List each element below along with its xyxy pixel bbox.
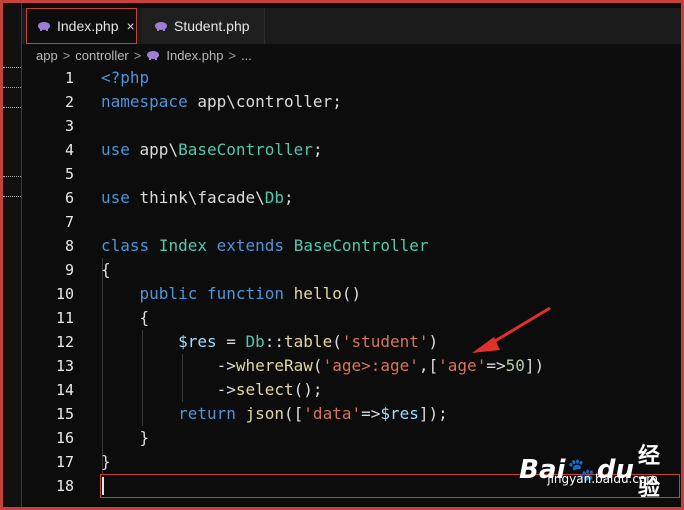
line-number: 14	[55, 381, 74, 399]
line-number: 10	[55, 285, 74, 303]
gutter-marker	[3, 176, 21, 177]
line-code: ->select();	[101, 380, 323, 399]
line-number: 8	[64, 237, 74, 255]
code-line[interactable]: 9{	[22, 258, 681, 282]
line-number: 2	[64, 93, 74, 111]
close-icon[interactable]: ×	[127, 19, 135, 33]
line-number: 17	[55, 453, 74, 471]
line-code: namespace app\controller;	[101, 92, 342, 111]
annotation-arrow	[472, 306, 551, 353]
line-number: 7	[64, 213, 74, 231]
line-number: 3	[64, 117, 74, 135]
line-code: return json(['data'=>$res]);	[178, 404, 448, 423]
line-number: 5	[64, 165, 74, 183]
code-line[interactable]: 12 $res = Db::table('student')	[22, 330, 681, 354]
breadcrumb-item-controller[interactable]: controller	[75, 48, 128, 63]
code-line[interactable]: 15 return json(['data'=>$res]);	[22, 402, 681, 426]
line-code: {	[101, 260, 111, 279]
side-gutter	[3, 3, 22, 507]
code-line[interactable]: 13 ->whereRaw('age>:age',['age'=>50])	[22, 354, 681, 378]
code-line[interactable]: 5	[22, 162, 681, 186]
line-number: 11	[55, 309, 74, 327]
code-line[interactable]: 14 ->select();	[22, 378, 681, 402]
php-elephant-icon	[147, 51, 160, 60]
tab-student-php[interactable]: Student.php	[142, 8, 265, 44]
line-number: 4	[64, 141, 74, 159]
watermark-url: jingyan.baidu.com	[547, 472, 658, 486]
chevron-right-icon: >	[228, 47, 237, 63]
baidu-jingyan-watermark: Bai 🐾 du 经验 jingyan.baidu.com	[519, 438, 664, 501]
line-number: 1	[64, 69, 74, 87]
tab-index-php[interactable]: Index.php ×	[26, 8, 137, 44]
code-line[interactable]: 11 {	[22, 306, 681, 330]
line-number: 18	[55, 477, 74, 495]
code-line[interactable]: 6 use think\facade\Db;	[22, 186, 681, 210]
line-code: }	[101, 428, 150, 447]
line-number: 12	[55, 333, 74, 351]
php-elephant-icon	[38, 22, 50, 31]
chevron-right-icon: >	[62, 47, 71, 63]
code-line[interactable]: 10 public function hello()	[22, 282, 681, 306]
line-code: }	[101, 452, 111, 471]
gutter-marker	[3, 67, 21, 68]
line-number: 15	[55, 405, 74, 423]
code-line[interactable]: 7	[22, 210, 681, 234]
gutter-marker	[3, 196, 21, 197]
line-number: 6	[64, 189, 74, 207]
gutter-marker	[3, 107, 21, 108]
line-code: public function hello()	[139, 284, 362, 303]
breadcrumb-item-file[interactable]: Index.php	[166, 48, 223, 63]
line-code: {	[101, 308, 150, 327]
tab-label: Student.php	[174, 18, 250, 34]
chevron-right-icon: >	[133, 47, 142, 63]
line-number: 16	[55, 429, 74, 447]
breadcrumb: app > controller > Index.php > ...	[22, 44, 681, 66]
line-number: 9	[64, 261, 74, 279]
line-code: use think\facade\Db;	[101, 188, 294, 207]
breadcrumb-item-app[interactable]: app	[36, 48, 58, 63]
gutter-marker	[3, 87, 21, 88]
code-line[interactable]: 1 <?php	[22, 66, 681, 90]
breadcrumb-item-symbol[interactable]: ...	[241, 48, 252, 63]
tab-label: Index.php	[57, 18, 119, 34]
code-line[interactable]: 2 namespace app\controller;	[22, 90, 681, 114]
code-line[interactable]: 3	[22, 114, 681, 138]
php-elephant-icon	[155, 22, 167, 31]
code-line[interactable]: 8 class Index extends BaseController	[22, 234, 681, 258]
line-code: use app\BaseController;	[101, 140, 323, 159]
editor-tab-bar: Index.php × Student.php	[22, 8, 681, 45]
line-code: class Index extends BaseController	[101, 236, 429, 255]
line-code: <?php	[101, 68, 150, 87]
line-number: 13	[55, 357, 74, 375]
code-line[interactable]: 4 use app\BaseController;	[22, 138, 681, 162]
watermark-brand-cn: 经验	[637, 444, 660, 501]
line-code: $res = Db::table('student')	[178, 332, 439, 351]
